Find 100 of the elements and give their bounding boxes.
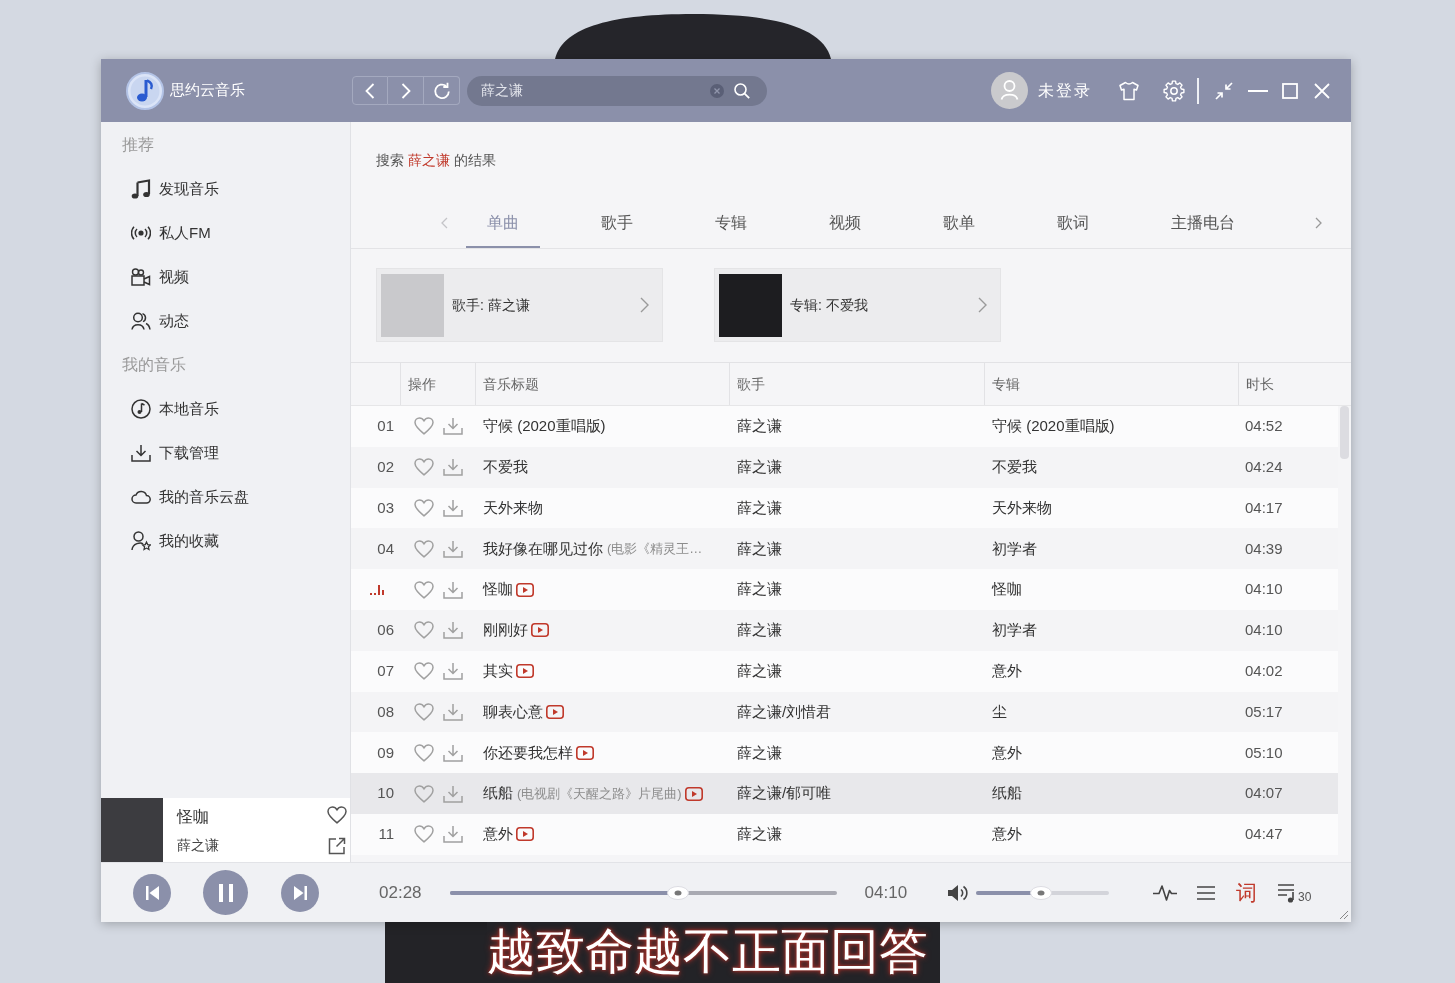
waveform-icon[interactable] (1153, 883, 1178, 902)
download-icon[interactable] (443, 743, 463, 762)
next-button[interactable] (281, 873, 319, 912)
table-cell-text: 04:07 (1244, 783, 1284, 804)
song-subtitle: (电视剧《天醒之路》片尾曲) (517, 784, 682, 803)
chevron-left-icon[interactable] (441, 217, 448, 229)
clear-icon[interactable] (710, 83, 724, 98)
table-cell-text: 天外来物 (991, 497, 1053, 518)
list-icon[interactable] (1196, 884, 1217, 901)
refresh-button[interactable] (424, 76, 460, 105)
tab[interactable]: 歌单 (922, 200, 996, 248)
settings-icon[interactable] (1163, 79, 1185, 102)
tab[interactable]: 专辑 (694, 200, 768, 248)
maximize-icon[interactable] (1282, 82, 1298, 99)
download-icon[interactable] (443, 702, 463, 721)
progress-thumb[interactable] (666, 885, 689, 900)
volume-track[interactable] (976, 885, 1110, 900)
download-icon[interactable] (443, 621, 463, 640)
download-icon[interactable] (443, 825, 463, 844)
track-artist: 薛之谦 (177, 836, 219, 854)
table-cell-text: 薛之谦 (736, 538, 783, 559)
row-number: 02 (377, 456, 394, 477)
download-icon[interactable] (443, 417, 463, 436)
table-cell-text: 初学者 (991, 620, 1038, 641)
sidebar-item[interactable]: 本地音乐 (125, 393, 225, 425)
mv-play-icon[interactable] (576, 745, 594, 760)
skip-next-icon (293, 885, 307, 900)
download-icon[interactable] (443, 662, 463, 681)
search-icon[interactable] (734, 82, 750, 99)
result-card[interactable]: 专辑: 不爱我 (714, 268, 1001, 342)
minimize-icon[interactable] (1248, 89, 1268, 92)
mv-play-icon[interactable] (531, 623, 549, 638)
table-row[interactable]: 09 你还要我怎样 薛之谦 意外 05:10 (351, 732, 1338, 774)
table-row[interactable]: 07 其实 薛之谦 意外 04:02 (351, 650, 1338, 692)
progress-track[interactable] (449, 885, 837, 900)
play-pause-button[interactable] (203, 870, 248, 915)
mv-play-icon[interactable] (516, 664, 534, 679)
sidebar-item[interactable]: 动态 (125, 305, 195, 337)
result-card[interactable]: 歌手: 薛之谦 (376, 268, 663, 342)
table-row[interactable]: 03 天外来物 薛之谦 天外来物 04:17 (351, 487, 1338, 529)
table-cell-text: 怪咖 (990, 579, 1023, 600)
sidebar-item[interactable]: 发现音乐 (125, 173, 225, 205)
resize-grip-icon[interactable] (1339, 910, 1349, 920)
song-title: 其实 (483, 660, 513, 681)
table-cell-text: 薛之谦 (736, 660, 783, 681)
download-icon[interactable] (443, 784, 463, 803)
mv-play-icon[interactable] (546, 704, 564, 719)
table-cell-text: 薛之谦 (736, 742, 783, 763)
lyrics-button[interactable]: 词 (1236, 882, 1258, 903)
download-icon (131, 444, 151, 462)
download-icon[interactable] (443, 539, 463, 558)
music-disc-icon (131, 399, 151, 419)
row-number: 03 (377, 497, 394, 518)
tab[interactable]: 视频 (808, 200, 882, 248)
sidebar-item[interactable]: 私人FM (125, 217, 217, 249)
table-cell-text: 意外 (991, 824, 1023, 845)
download-icon[interactable] (443, 458, 463, 477)
volume-thumb[interactable] (1030, 885, 1053, 900)
download-icon[interactable] (443, 580, 463, 599)
person-star-icon (131, 531, 151, 551)
column-header[interactable]: 操作 (400, 363, 475, 405)
sidebar-item[interactable]: 我的收藏 (125, 525, 225, 557)
row-number: 04 (377, 538, 394, 559)
search-field[interactable]: 薛之谦 (467, 75, 767, 106)
column-header[interactable]: 时长 (1238, 363, 1338, 405)
collapse-arrows-icon[interactable] (1215, 81, 1233, 100)
tab[interactable]: 主播电台 (1150, 200, 1256, 248)
scrollbar-thumb[interactable] (1340, 406, 1349, 459)
back-button[interactable] (352, 76, 388, 105)
chevron-right-icon (400, 82, 411, 99)
song-title: 怪咖 (483, 579, 513, 600)
chevron-right-icon[interactable] (1315, 217, 1322, 229)
photo-placeholder (381, 273, 444, 337)
close-icon[interactable] (1314, 82, 1330, 99)
volume-icon[interactable] (947, 882, 970, 903)
avatar-icon[interactable] (991, 72, 1028, 109)
download-icon[interactable] (443, 499, 463, 517)
song-title: 刚刚好 (483, 620, 528, 641)
shirt-icon[interactable] (1119, 80, 1139, 101)
column-header[interactable]: 歌手 (729, 363, 984, 405)
column-header[interactable]: 音乐标题 (475, 363, 729, 405)
tab[interactable]: 歌手 (580, 200, 654, 248)
heart-icon[interactable] (327, 805, 347, 824)
mv-play-icon[interactable] (516, 582, 534, 597)
song-title: 不爱我 (483, 456, 528, 477)
sidebar-item[interactable]: 视频 (125, 261, 195, 293)
sidebar-item[interactable]: 下载管理 (125, 437, 225, 469)
table-row[interactable]: 11 意外 薛之谦 意外 04:47 (351, 813, 1338, 855)
tab[interactable]: 歌词 (1036, 200, 1110, 248)
column-header[interactable]: 专辑 (984, 363, 1238, 405)
share-icon[interactable] (328, 836, 346, 855)
sidebar-item[interactable]: 我的音乐云盘 (125, 481, 255, 513)
mv-play-icon[interactable] (684, 786, 703, 801)
mv-play-icon[interactable] (516, 827, 534, 842)
chevron-right-icon (640, 297, 649, 313)
table-row[interactable]: 01 守候 (2020重唱版) 薛之谦 守候 (2020重唱版) 04:52 (351, 406, 1338, 447)
table-row[interactable]: 10 纸船 (电视剧《天醒之路》片尾曲) 薛之谦/郁可唯 纸船 04:07 (351, 773, 1338, 814)
previous-button[interactable] (133, 873, 171, 912)
table-row[interactable]: 怪咖 薛之谦 怪咖 04:10 (351, 569, 1338, 610)
forward-button[interactable] (388, 76, 424, 105)
